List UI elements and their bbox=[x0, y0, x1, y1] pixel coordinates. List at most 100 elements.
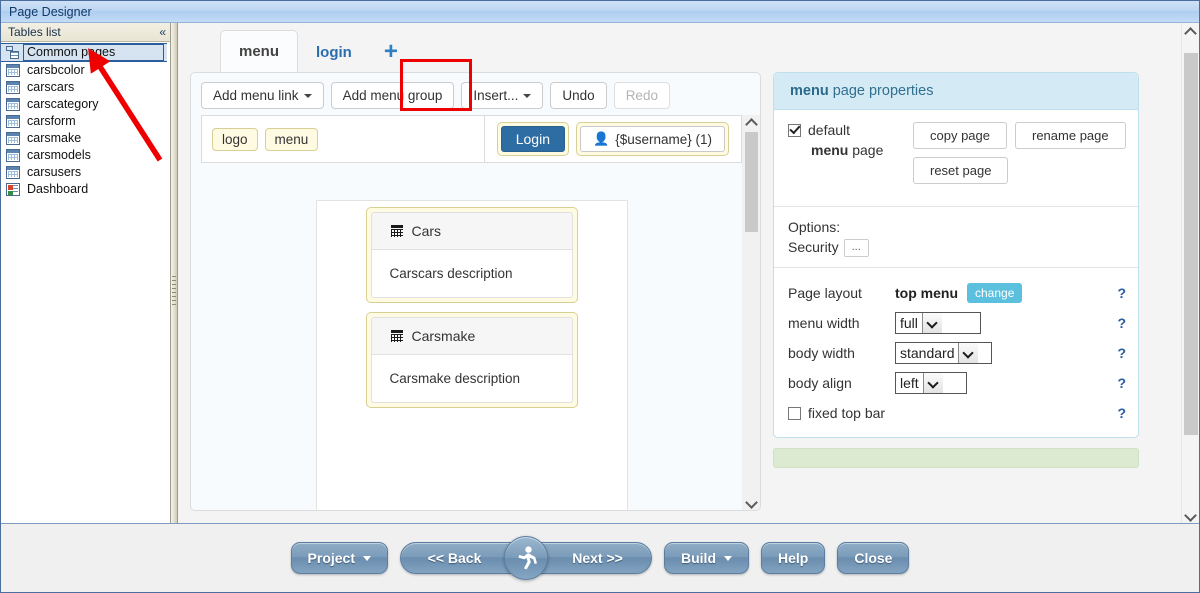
table-grid-icon bbox=[391, 225, 403, 237]
running-man-icon bbox=[515, 546, 537, 570]
tab-login[interactable]: login bbox=[298, 32, 370, 72]
row-body-align: body align left ? bbox=[788, 368, 1126, 398]
tree-item-label: carscategory bbox=[24, 97, 102, 112]
tree-item-label: Common pages bbox=[24, 45, 163, 60]
properties-panel-title: menu page properties bbox=[774, 73, 1138, 110]
redo-button[interactable]: Redo bbox=[614, 82, 670, 109]
tables-list-title: Tables list bbox=[8, 25, 61, 39]
page-designer-window: Page Designer Tables list « Common pages… bbox=[0, 0, 1200, 593]
tables-tree: Common pages carsbcolor carscars carscat… bbox=[1, 42, 170, 523]
login-button[interactable]: Login bbox=[501, 126, 565, 152]
fixed-top-bar-checkbox[interactable] bbox=[788, 407, 801, 420]
undo-button[interactable]: Undo bbox=[550, 82, 606, 109]
default-checkbox[interactable] bbox=[788, 124, 801, 137]
canvas-vertical-scrollbar[interactable] bbox=[742, 115, 760, 510]
plus-icon: + bbox=[384, 40, 398, 64]
window-body: Tables list « Common pages carsbcolor ca… bbox=[1, 23, 1199, 523]
properties-column: menu page properties default menu page bbox=[773, 72, 1139, 511]
tree-item-carscars[interactable]: carscars bbox=[1, 79, 170, 96]
help-icon-fixed-top-bar[interactable]: ? bbox=[1111, 405, 1126, 421]
user-label: {$username} (1) bbox=[615, 132, 712, 147]
menu-card: Cars Carscars description bbox=[371, 212, 573, 298]
add-page-tab-button[interactable]: + bbox=[370, 32, 412, 72]
menu-width-value: full bbox=[896, 313, 922, 333]
button-label: Project bbox=[308, 550, 355, 566]
menu-card-placeholder[interactable]: Cars Carscars description bbox=[366, 207, 578, 303]
page-name-rest: page bbox=[848, 142, 883, 158]
default-checkbox-row: default bbox=[788, 122, 913, 138]
tree-item-dashboard[interactable]: Dashboard bbox=[1, 181, 170, 198]
build-button[interactable]: Build bbox=[664, 542, 749, 574]
body-width-select[interactable]: standard bbox=[895, 342, 992, 364]
button-label: Next >> bbox=[572, 550, 623, 566]
designer-main: menu login + Add menu link bbox=[178, 23, 1181, 523]
scrollbar-thumb[interactable] bbox=[745, 132, 758, 232]
add-menu-group-button[interactable]: Add menu group bbox=[331, 82, 455, 109]
button-label: Undo bbox=[562, 88, 594, 103]
button-label: Insert... bbox=[473, 88, 518, 103]
tree-item-carsmake[interactable]: carsmake bbox=[1, 130, 170, 147]
placeholder-logo[interactable]: logo bbox=[212, 128, 258, 151]
tab-menu[interactable]: menu bbox=[220, 30, 298, 72]
security-options-button[interactable]: ... bbox=[844, 239, 869, 257]
row-fixed-top-bar: fixed top bar ? bbox=[788, 398, 1126, 428]
help-icon-body-align[interactable]: ? bbox=[1111, 375, 1126, 391]
rename-page-button[interactable]: rename page bbox=[1015, 122, 1126, 149]
chevron-down-icon bbox=[922, 313, 942, 333]
help-icon-body-width[interactable]: ? bbox=[1111, 345, 1126, 361]
scroll-up-arrow[interactable] bbox=[743, 115, 760, 132]
preview-top-bar: logo menu Login 👤 bbox=[201, 115, 742, 163]
copy-page-button[interactable]: copy page bbox=[913, 122, 1007, 149]
button-label: << Back bbox=[428, 550, 482, 566]
add-menu-link-button[interactable]: Add menu link bbox=[201, 82, 324, 109]
preview-body-area: Cars Carscars description bbox=[201, 163, 742, 510]
project-button[interactable]: Project bbox=[291, 542, 388, 574]
user-menu-button[interactable]: 👤 {$username} (1) bbox=[580, 126, 725, 152]
body-align-control: left bbox=[895, 372, 1111, 394]
close-button[interactable]: Close bbox=[837, 542, 909, 574]
run-button[interactable] bbox=[504, 536, 548, 580]
page-canvas-panel: Add menu link Add menu group Insert... U… bbox=[190, 72, 761, 511]
scroll-up-arrow[interactable] bbox=[1182, 23, 1200, 41]
body-align-value: left bbox=[896, 373, 923, 393]
tree-item-carscategory[interactable]: carscategory bbox=[1, 96, 170, 113]
canvas-toolbar: Add menu link Add menu group Insert... U… bbox=[191, 73, 760, 115]
table-icon bbox=[6, 81, 20, 94]
menu-cards-column: Cars Carscars description bbox=[316, 200, 628, 510]
fixed-top-bar-label: fixed top bar bbox=[808, 405, 885, 421]
card-title: Carsmake bbox=[412, 328, 476, 344]
preview-right-zone: Login 👤 {$username} (1) bbox=[485, 116, 741, 162]
page-name-label: menu page bbox=[788, 142, 913, 158]
window-vertical-scrollbar[interactable] bbox=[1181, 23, 1199, 523]
help-icon-page-layout[interactable]: ? bbox=[1111, 285, 1126, 301]
tree-item-carsmodels[interactable]: carsmodels bbox=[1, 147, 170, 164]
tables-list-sidebar: Tables list « Common pages carsbcolor ca… bbox=[1, 23, 171, 523]
change-layout-button[interactable]: change bbox=[967, 283, 1022, 303]
menu-card-placeholder[interactable]: Carsmake Carsmake description bbox=[366, 312, 578, 408]
sidebar-splitter[interactable] bbox=[171, 23, 178, 523]
card-header: Carsmake bbox=[372, 318, 572, 355]
double-chevron-left-icon[interactable]: « bbox=[159, 25, 165, 39]
tree-item-carsform[interactable]: carsform bbox=[1, 113, 170, 130]
menu-width-select[interactable]: full bbox=[895, 312, 981, 334]
scroll-down-arrow[interactable] bbox=[743, 493, 760, 510]
body-align-select[interactable]: left bbox=[895, 372, 967, 394]
placeholder-menu[interactable]: menu bbox=[265, 128, 319, 151]
help-icon-menu-width[interactable]: ? bbox=[1111, 315, 1126, 331]
scrollbar-track[interactable] bbox=[1182, 41, 1200, 505]
tree-item-common-pages[interactable]: Common pages bbox=[1, 43, 167, 62]
reset-page-button[interactable]: reset page bbox=[913, 157, 1008, 184]
tree-item-carsbcolor[interactable]: carsbcolor bbox=[1, 62, 170, 79]
body-width-control: standard bbox=[895, 342, 1111, 364]
tab-label: login bbox=[316, 44, 352, 61]
scrollbar-thumb[interactable] bbox=[1184, 53, 1198, 435]
scrollbar-track[interactable] bbox=[743, 132, 760, 493]
insert-button[interactable]: Insert... bbox=[461, 82, 543, 109]
next-properties-panel-strip bbox=[773, 448, 1139, 468]
tree-item-carsusers[interactable]: carsusers bbox=[1, 164, 170, 181]
scroll-down-arrow[interactable] bbox=[1182, 505, 1200, 523]
pages-tree-icon bbox=[6, 46, 20, 59]
help-button[interactable]: Help bbox=[761, 542, 825, 574]
page-default-section: default menu page copy page rename page … bbox=[774, 110, 1138, 207]
button-label: Help bbox=[778, 550, 808, 566]
